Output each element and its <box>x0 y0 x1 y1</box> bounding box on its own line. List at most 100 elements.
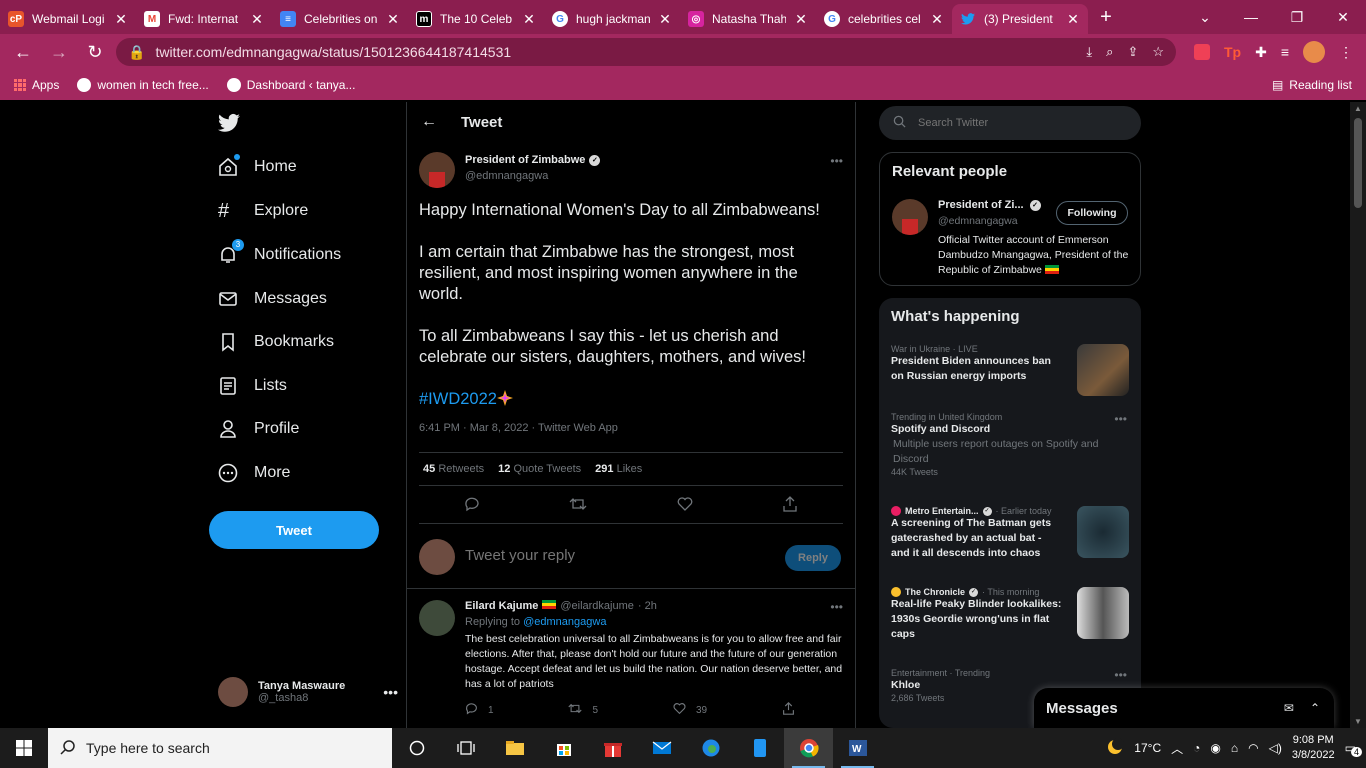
more-dots-icon[interactable]: ••• <box>1114 668 1127 682</box>
bookmark-star-icon[interactable]: ☆ <box>1152 44 1164 60</box>
relevant-person-name[interactable]: President of Zi... ✓ <box>938 199 1041 211</box>
profile-avatar[interactable] <box>1303 41 1326 63</box>
nav-bookmarks[interactable]: Bookmarks <box>218 332 334 352</box>
gift-app-icon[interactable] <box>588 728 637 768</box>
new-message-icon[interactable]: ✉ <box>1284 701 1294 715</box>
nav-more[interactable]: More <box>218 463 290 483</box>
omnibox[interactable]: 🔒 twitter.com/edmnangagwa/status/1501236… <box>116 38 1176 66</box>
network-status-icon[interactable]: ⌂ <box>1231 741 1238 755</box>
trend-item[interactable]: The Chronicle ✓ · This morning Real-life P… <box>891 587 1129 649</box>
store-icon[interactable] <box>539 728 588 768</box>
wifi-icon[interactable]: ◠ <box>1248 741 1258 755</box>
messages-drawer[interactable]: Messages ✉ ⌃ <box>1034 688 1334 728</box>
close-tab-icon[interactable]: ✕ <box>794 11 808 28</box>
close-tab-icon[interactable]: ✕ <box>930 11 944 28</box>
page-scrollbar[interactable]: ▲ ▼ <box>1350 102 1366 728</box>
browser-tab-webmail[interactable]: cP Webmail Logi ✕ <box>0 4 136 34</box>
tab-search-icon[interactable]: ⌄ <box>1182 9 1228 26</box>
close-tab-icon[interactable]: ✕ <box>386 11 400 28</box>
nav-explore[interactable]: # Explore <box>218 201 308 221</box>
expand-chevron-icon[interactable]: ⌃ <box>1310 701 1320 715</box>
forward-icon[interactable]: → <box>44 37 74 67</box>
search-box[interactable] <box>879 106 1141 140</box>
more-dots-icon[interactable]: ••• <box>1114 412 1127 426</box>
bookmark-dashboard[interactable]: Dashboard ‹ tanya... <box>226 78 355 92</box>
share-button[interactable] <box>782 702 795 718</box>
restore-icon[interactable]: ❐ <box>1274 9 1320 26</box>
close-tab-icon[interactable]: ✕ <box>114 11 128 28</box>
avatar[interactable] <box>419 600 455 636</box>
avatar[interactable] <box>892 199 928 235</box>
bookmark-women-in-tech[interactable]: women in tech free... <box>77 78 209 92</box>
more-dots-icon[interactable]: ••• <box>830 154 843 168</box>
weather-temperature[interactable]: 17°C <box>1134 741 1161 755</box>
tweet-timestamp[interactable]: 6:41 PM · Mar 8, 2022 · Twitter Web App <box>419 422 618 434</box>
like-count-button[interactable]: 39 <box>673 702 707 718</box>
trend-item[interactable]: War in Ukraine · LIVE President Biden an… <box>891 344 1129 400</box>
scrollbar-thumb[interactable] <box>1354 118 1362 208</box>
menu-icon[interactable]: ⋮ <box>1339 44 1353 61</box>
reply-author-handle[interactable]: @eilardkajume <box>560 600 634 612</box>
close-tab-icon[interactable]: ✕ <box>250 11 264 28</box>
pocket-icon[interactable] <box>1194 44 1210 60</box>
lock-icon[interactable]: 🔒 <box>128 44 145 61</box>
back-icon[interactable]: ← <box>8 37 38 67</box>
retweets-stat[interactable]: 45 Retweets <box>423 463 484 475</box>
relevant-person-handle[interactable]: @edmnangagwa <box>938 215 1018 227</box>
nav-profile[interactable]: Profile <box>218 419 299 439</box>
clock[interactable]: 9:08 PM 3/8/2022 <box>1292 733 1335 763</box>
notification-center-icon[interactable]: ▭ 4 <box>1345 741 1362 757</box>
twitter-logo-icon[interactable] <box>218 112 240 134</box>
replying-to-link[interactable]: @edmnangagwa <box>523 616 606 628</box>
puzzle-icon[interactable]: ✚ <box>1255 44 1267 61</box>
reply-time[interactable]: · 2h <box>638 600 657 612</box>
task-view-icon[interactable] <box>441 728 490 768</box>
close-window-icon[interactable]: ✕ <box>1320 9 1366 26</box>
reply-icon[interactable] <box>464 496 480 517</box>
heart-icon[interactable] <box>677 496 693 517</box>
reply-tweet[interactable]: Eilard Kajume @eilardkajume · 2h ••• Rep… <box>407 590 855 728</box>
media-control-icon[interactable]: ≡ <box>1281 44 1289 60</box>
search-input[interactable] <box>918 117 1118 129</box>
start-button[interactable] <box>0 728 48 768</box>
browser-tab-google-hugh[interactable]: G hugh jackman ✕ <box>544 4 680 34</box>
quotes-stat[interactable]: 12 Quote Tweets <box>498 463 581 475</box>
more-dots-icon[interactable]: ••• <box>830 600 843 614</box>
install-app-icon[interactable]: ⤓ <box>1086 44 1092 60</box>
zoom-icon[interactable]: ⌕ <box>1106 44 1113 60</box>
nav-home[interactable]: Home <box>218 154 297 177</box>
author-name[interactable]: President of Zimbabwe ✓ <box>465 154 601 166</box>
reload-icon[interactable]: ↻ <box>80 37 110 67</box>
account-switcher[interactable]: Tanya Maswaure @_tasha8 ••• <box>218 677 398 707</box>
browser-tab-gmail[interactable]: M Fwd: Internat ✕ <box>136 4 272 34</box>
close-tab-icon[interactable]: ✕ <box>1066 11 1080 28</box>
nav-lists[interactable]: Lists <box>218 376 287 396</box>
edge-icon[interactable] <box>686 728 735 768</box>
tweet-button[interactable]: Tweet <box>209 511 379 549</box>
browser-tab-twitter[interactable]: (3) President ✕ <box>952 4 1088 34</box>
volume-icon[interactable]: ◁) <box>1269 741 1282 755</box>
file-explorer-icon[interactable] <box>490 728 539 768</box>
reply-count-button[interactable]: 1 <box>465 702 494 718</box>
tray-chevron-icon[interactable]: ︿ <box>1171 740 1183 757</box>
tray-status-icon[interactable]: ◉ <box>1210 741 1220 755</box>
share-icon[interactable]: ⇪ <box>1127 44 1138 60</box>
browser-tab-medium[interactable]: m The 10 Celeb ✕ <box>408 4 544 34</box>
browser-tab-instagram[interactable]: ◎ Natasha Thah ✕ <box>680 4 816 34</box>
likes-stat[interactable]: 291 Likes <box>595 463 642 475</box>
cortana-icon[interactable] <box>392 728 441 768</box>
word-icon[interactable]: W <box>833 728 882 768</box>
nav-notifications[interactable]: 3 Notifications <box>218 239 341 265</box>
scroll-down-icon[interactable]: ▼ <box>1350 717 1366 726</box>
close-tab-icon[interactable]: ✕ <box>522 11 536 28</box>
scroll-up-icon[interactable]: ▲ <box>1350 104 1366 113</box>
browser-tab-docs[interactable]: ≡ Celebrities on ✕ <box>272 4 408 34</box>
phone-app-icon[interactable] <box>735 728 784 768</box>
chrome-icon[interactable] <box>784 728 833 768</box>
weather-moon-icon[interactable] <box>1106 737 1125 759</box>
author-avatar[interactable] <box>419 152 455 188</box>
reply-author-name[interactable]: Eilard Kajume <box>465 600 538 612</box>
more-dots-icon[interactable]: ••• <box>383 684 398 700</box>
share-icon[interactable] <box>782 496 798 517</box>
back-arrow-icon[interactable]: ← <box>421 113 437 131</box>
